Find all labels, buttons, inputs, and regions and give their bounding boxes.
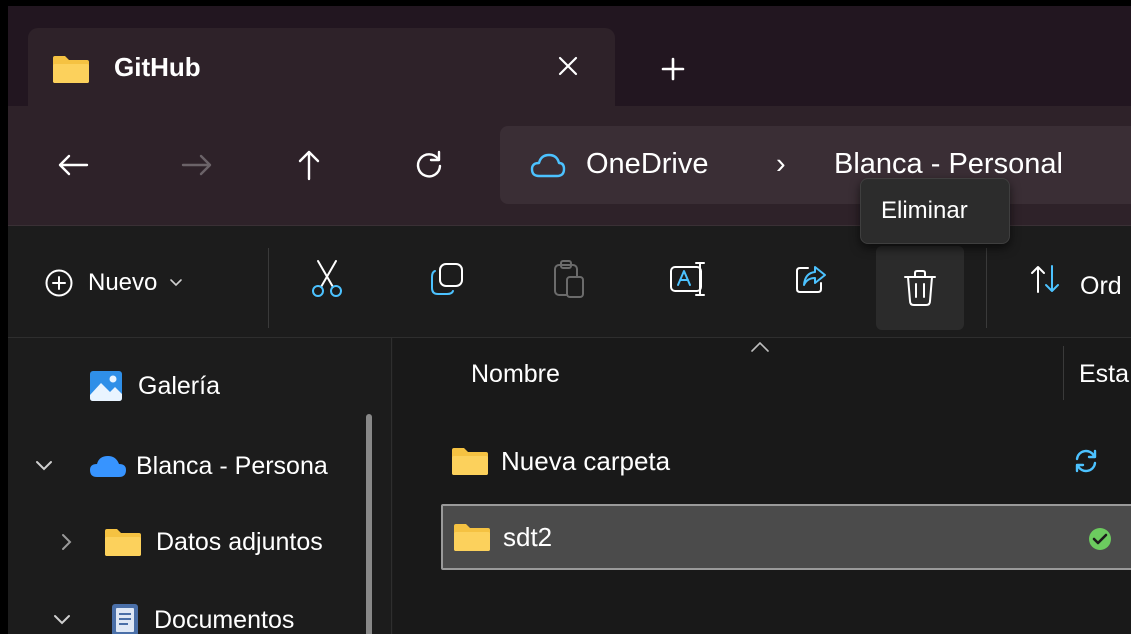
sidebar-scrollbar[interactable] [366, 414, 372, 634]
forward-button[interactable] [174, 142, 220, 188]
paste-button[interactable] [538, 248, 600, 310]
chevron-right-icon[interactable] [60, 532, 74, 552]
folder-icon [105, 529, 141, 556]
trash-icon [904, 270, 936, 306]
column-status[interactable]: Esta [1079, 360, 1129, 389]
sort-label[interactable]: Ord [1080, 272, 1122, 301]
rename-icon [670, 262, 705, 296]
refresh-button[interactable] [406, 142, 452, 188]
gallery-icon [90, 371, 122, 401]
chevron-down-icon [170, 279, 183, 287]
file-name: Nueva carpeta [501, 445, 671, 476]
up-button[interactable] [286, 142, 332, 188]
tooltip-text: Eliminar [881, 197, 968, 224]
close-tab-button[interactable] [548, 46, 588, 86]
breadcrumb-blanca-personal[interactable]: Blanca - Personal [834, 148, 1063, 181]
title-bar: GitHub [8, 6, 1131, 106]
sort-button[interactable] [1018, 248, 1072, 310]
sidebar-item-label: Blanca - Persona [136, 451, 328, 480]
refresh-icon [416, 150, 442, 178]
sidebar-item-galeria[interactable]: Galería [88, 354, 220, 418]
toolbar-separator [986, 248, 987, 328]
arrow-right-icon [181, 154, 212, 176]
sidebar-item-datos-adjuntos[interactable]: Datos adjuntos [60, 510, 344, 574]
sidebar-item-label: Galería [138, 371, 220, 400]
sort-arrows-icon [1031, 265, 1059, 293]
available-check-icon [1089, 528, 1111, 550]
sidebar-item-label: Datos adjuntos [156, 527, 323, 556]
file-list: Nombre Esta Nueva carpeta sdt2 [393, 338, 1131, 634]
scissors-icon [312, 260, 342, 297]
new-button[interactable]: Nuevo [44, 258, 183, 308]
address-bar[interactable]: OneDrive › Blanca - Personal [500, 126, 1131, 204]
sync-pending-icon [1075, 449, 1097, 473]
copy-button[interactable] [416, 248, 478, 310]
tab-title: GitHub [114, 52, 201, 82]
file-row-nueva-carpeta[interactable]: Nueva carpeta [433, 428, 1131, 494]
sidebar-item-blanca-personal[interactable]: Blanca - Persona [34, 434, 346, 498]
chevron-down-icon[interactable] [34, 459, 54, 473]
folder-icon [452, 448, 488, 475]
toolbar-separator [268, 248, 269, 328]
plus-circle-icon [45, 269, 73, 297]
breadcrumb-separator[interactable]: › [776, 148, 786, 181]
sidebar-item-label: Documentos [154, 605, 295, 634]
breadcrumb-onedrive[interactable]: OneDrive [586, 148, 709, 181]
column-header: Nombre Esta [393, 338, 1131, 410]
folder-icon [53, 56, 89, 83]
plus-icon [661, 57, 685, 81]
onedrive-cloud-icon [530, 153, 566, 178]
tab-github[interactable]: GitHub [28, 28, 615, 106]
copy-icon [431, 263, 463, 295]
column-name[interactable]: Nombre [471, 360, 560, 389]
file-explorer-window: GitHub OneDrive › Blanca - Personal Nuev… [8, 6, 1131, 634]
onedrive-cloud-icon [90, 456, 126, 477]
folder-icon [454, 524, 490, 551]
share-icon [796, 266, 826, 293]
file-row-sdt2[interactable]: sdt2 [441, 504, 1131, 570]
new-tab-button[interactable] [652, 48, 694, 90]
new-label: Nuevo [88, 269, 158, 296]
file-name: sdt2 [503, 521, 553, 552]
sort-caret-up-icon [751, 341, 769, 352]
sidebar-item-documentos[interactable]: Documentos [52, 588, 294, 634]
delete-tooltip: Eliminar [860, 178, 1010, 244]
navigation-pane: Galería Blanca - Persona Datos adjuntos [8, 338, 392, 634]
document-icon [112, 604, 138, 634]
delete-button[interactable] [876, 246, 964, 330]
arrow-up-icon [298, 150, 320, 181]
clipboard-icon [554, 260, 584, 298]
share-button[interactable] [780, 248, 842, 310]
close-icon [558, 56, 578, 76]
rename-button[interactable] [658, 248, 720, 310]
column-separator[interactable] [1063, 346, 1064, 400]
arrow-left-icon [58, 154, 89, 176]
chevron-down-icon[interactable] [52, 613, 72, 627]
back-button[interactable] [50, 142, 96, 188]
cut-button[interactable] [296, 248, 358, 310]
